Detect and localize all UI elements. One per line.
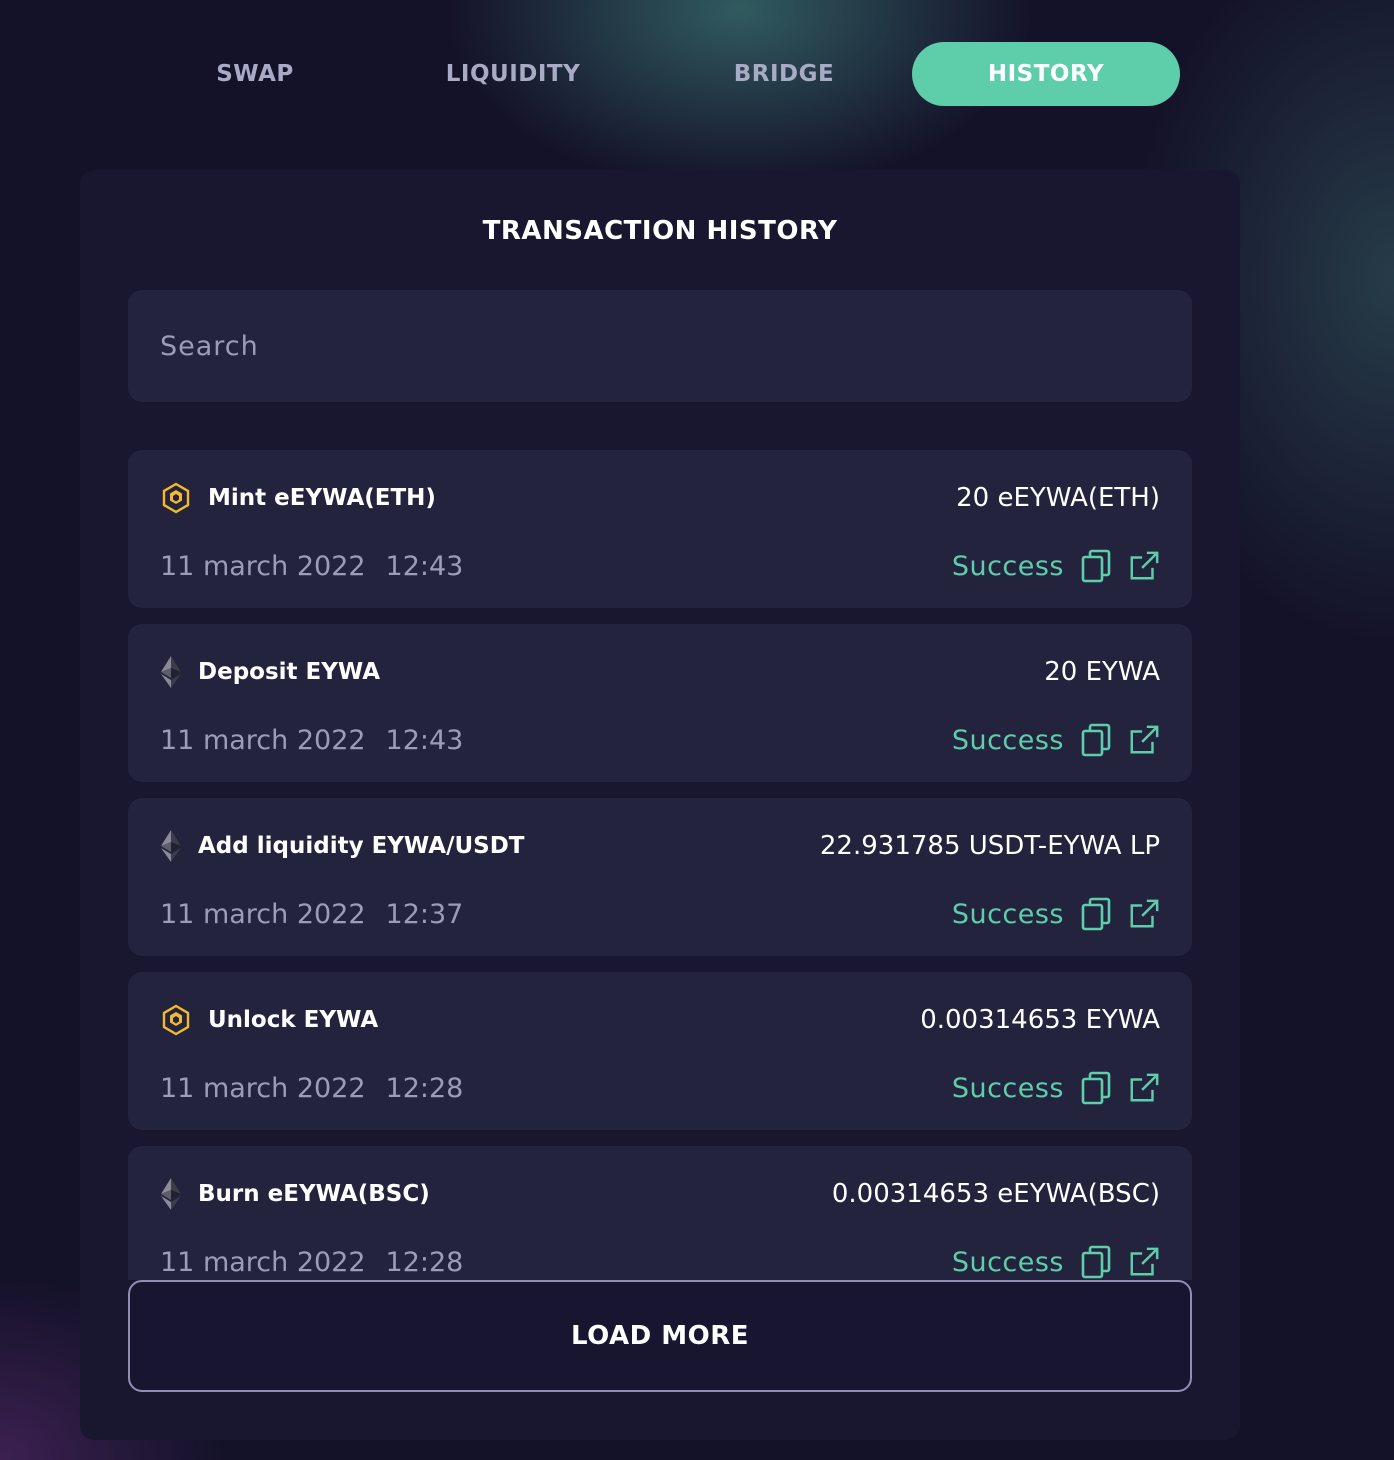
bsc-icon <box>160 1004 192 1036</box>
transaction-date: 11 march 2022 <box>160 724 366 756</box>
transaction-name: Add liquidity EYWA/USDT <box>198 833 525 859</box>
transaction-date: 11 march 2022 <box>160 550 366 582</box>
search-input[interactable] <box>128 290 1192 402</box>
copy-icon[interactable] <box>1080 549 1112 583</box>
transaction-row: Mint eEYWA(ETH) 20 eEYWA(ETH) 11 march 2… <box>128 450 1192 608</box>
transaction-date: 11 march 2022 <box>160 1246 366 1278</box>
transaction-row: Burn eEYWA(BSC) 0.00314653 eEYWA(BSC) 11… <box>128 1146 1192 1280</box>
copy-icon[interactable] <box>1080 897 1112 931</box>
external-link-icon[interactable] <box>1128 549 1160 583</box>
status-label: Success <box>951 1246 1064 1278</box>
external-link-icon[interactable] <box>1128 897 1160 931</box>
transaction-amount: 20 eEYWA(ETH) <box>956 483 1160 513</box>
transaction-name: Deposit EYWA <box>198 659 381 685</box>
transaction-date: 11 march 2022 <box>160 898 366 930</box>
copy-icon[interactable] <box>1080 1071 1112 1105</box>
search-box <box>128 290 1192 402</box>
bsc-icon <box>160 482 192 514</box>
transaction-row: Add liquidity EYWA/USDT 22.931785 USDT-E… <box>128 798 1192 956</box>
tab-bridge[interactable]: BRIDGE <box>650 42 918 106</box>
page-title: TRANSACTION HISTORY <box>482 216 838 246</box>
status-label: Success <box>951 898 1064 930</box>
transaction-time: 12:43 <box>385 550 464 582</box>
transaction-name: Unlock EYWA <box>208 1007 379 1033</box>
ethereum-icon <box>160 655 182 689</box>
ethereum-icon <box>160 1177 182 1211</box>
tab-swap[interactable]: SWAP <box>121 42 389 106</box>
copy-icon[interactable] <box>1080 723 1112 757</box>
external-link-icon[interactable] <box>1128 723 1160 757</box>
status-label: Success <box>951 1072 1064 1104</box>
transaction-row: Unlock EYWA 0.00314653 EYWA 11 march 202… <box>128 972 1192 1130</box>
status-label: Success <box>951 724 1064 756</box>
load-more-button[interactable]: LOAD MORE <box>128 1280 1192 1392</box>
transaction-name: Mint eEYWA(ETH) <box>208 485 436 511</box>
external-link-icon[interactable] <box>1128 1071 1160 1105</box>
transaction-time: 12:28 <box>385 1246 464 1278</box>
transaction-row: Deposit EYWA 20 EYWA 11 march 2022 12:43 … <box>128 624 1192 782</box>
transaction-list: Mint eEYWA(ETH) 20 eEYWA(ETH) 11 march 2… <box>128 450 1192 1280</box>
transaction-amount: 20 EYWA <box>1044 657 1160 687</box>
tab-liquidity[interactable]: LIQUIDITY <box>379 42 647 106</box>
transaction-time: 12:28 <box>385 1072 464 1104</box>
history-card: TRANSACTION HISTORY Mint eEYWA(ETH) 2 <box>80 170 1240 1440</box>
external-link-icon[interactable] <box>1128 1245 1160 1279</box>
transaction-amount: 0.00314653 EYWA <box>920 1005 1160 1035</box>
tab-history[interactable]: HISTORY <box>912 42 1180 106</box>
transaction-time: 12:43 <box>385 724 464 756</box>
transaction-date: 11 march 2022 <box>160 1072 366 1104</box>
copy-icon[interactable] <box>1080 1245 1112 1279</box>
transaction-amount: 0.00314653 eEYWA(BSC) <box>831 1179 1160 1209</box>
nav-tabs: SWAP LIQUIDITY BRIDGE HISTORY <box>0 0 1394 150</box>
transaction-amount: 22.931785 USDT-EYWA LP <box>819 831 1160 861</box>
status-label: Success <box>951 550 1064 582</box>
transaction-name: Burn eEYWA(BSC) <box>198 1181 430 1207</box>
transaction-time: 12:37 <box>385 898 464 930</box>
ethereum-icon <box>160 829 182 863</box>
